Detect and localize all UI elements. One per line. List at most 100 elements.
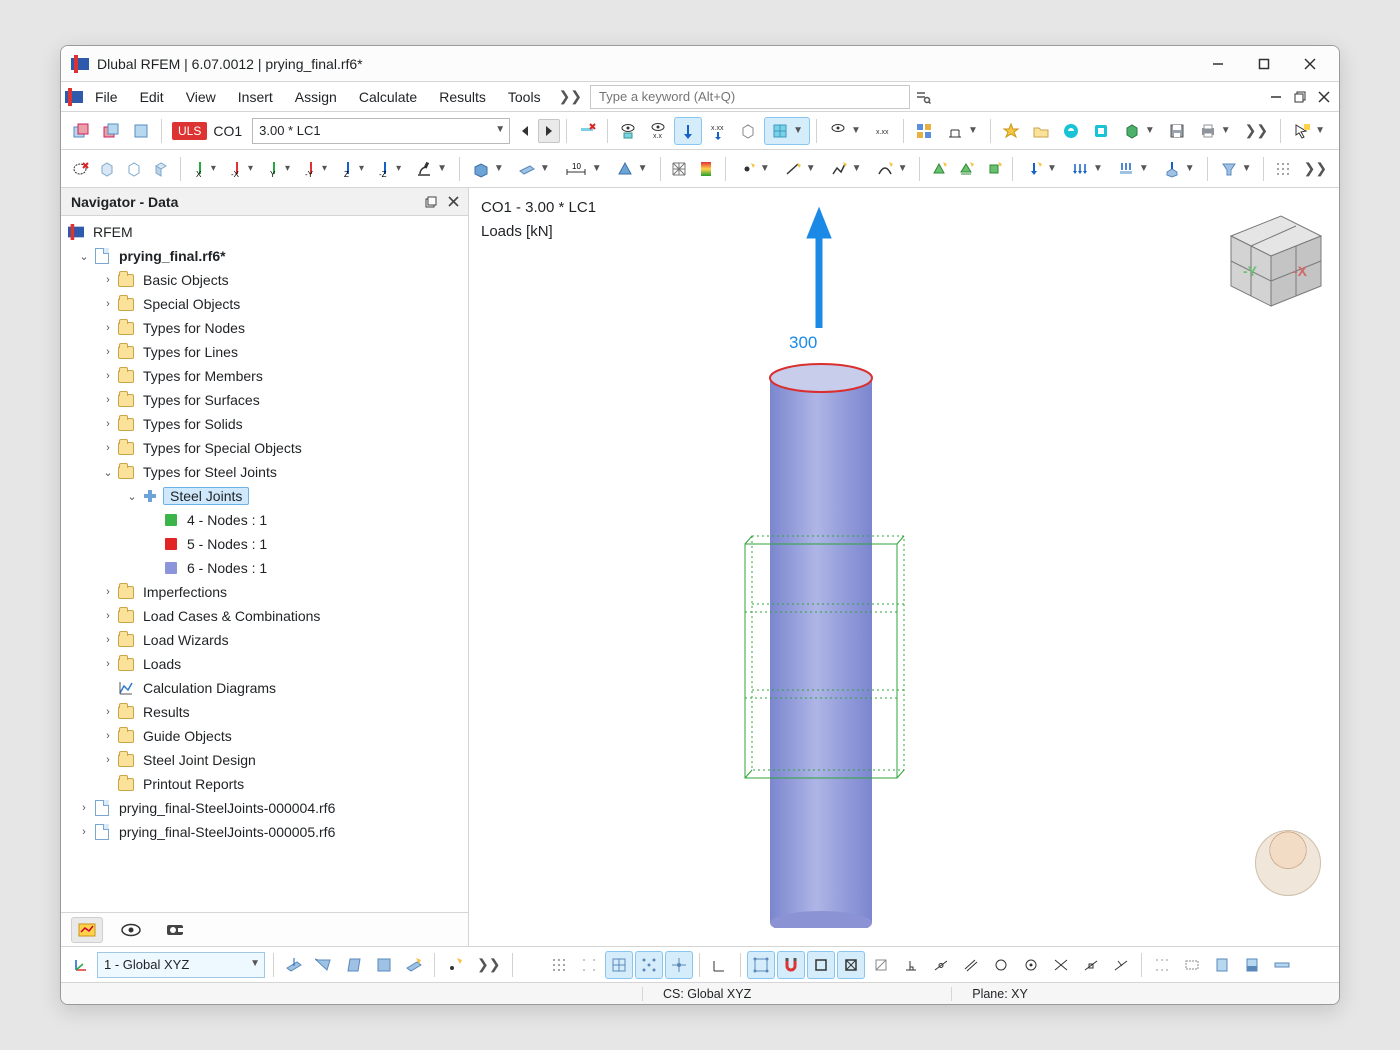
view-cube[interactable]: -Y -X	[1201, 196, 1331, 316]
cloud-2-icon[interactable]	[1087, 117, 1115, 145]
snap-square-fill-icon[interactable]	[837, 951, 865, 979]
menu-results[interactable]: Results	[429, 86, 496, 108]
keyword-search-input[interactable]	[590, 85, 910, 109]
tree-folder[interactable]: ›Types for Members	[65, 364, 466, 388]
tree-steel-joints[interactable]: ⌄Steel Joints	[65, 484, 466, 508]
area-load-icon[interactable]: ▼	[1111, 155, 1155, 183]
tree-folder[interactable]: ›Types for Special Objects	[65, 436, 466, 460]
tree-folder[interactable]: ›Guide Objects	[65, 724, 466, 748]
tree-folder[interactable]: ›Types for Lines	[65, 340, 466, 364]
tree-joint-item[interactable]: 4 - Nodes : 1	[65, 508, 466, 532]
point-load-icon[interactable]: ▼	[1019, 155, 1063, 183]
snap-rect-dots-icon[interactable]	[747, 951, 775, 979]
tree-model[interactable]: ⌄ prying_final.rf6*	[65, 244, 466, 268]
shape-plane-icon[interactable]: ▼	[512, 155, 556, 183]
print-icon[interactable]: ▼	[1193, 117, 1237, 145]
axis-neg-z-icon[interactable]: -Z▾	[372, 155, 407, 183]
snap-tangent-icon[interactable]	[1107, 951, 1135, 979]
navigator-close-icon[interactable]	[442, 192, 464, 212]
eye-solid-icon[interactable]	[614, 117, 642, 145]
nav-tab-views-icon[interactable]	[159, 917, 191, 943]
tree-folder[interactable]: ›Types for Nodes	[65, 316, 466, 340]
support-3-icon[interactable]	[981, 155, 1006, 183]
nav-tab-data-icon[interactable]	[71, 917, 103, 943]
open-folder-icon[interactable]	[1027, 117, 1055, 145]
sections-icon[interactable]	[910, 117, 938, 145]
load-values-icon[interactable]: x.xx	[704, 117, 732, 145]
tree-extra-file[interactable]: ›prying_final-SteelJoints-000005.rf6	[65, 820, 466, 844]
tree-folder[interactable]: ›Imperfections	[65, 580, 466, 604]
eye-xx-icon[interactable]: ▼	[823, 117, 867, 145]
snap-grid-dots2-icon[interactable]	[575, 951, 603, 979]
coordinate-system-combo[interactable]: 1 - Global XYZ▼	[97, 952, 265, 978]
node-point-icon[interactable]: ▼	[732, 155, 776, 183]
tree-joint-item[interactable]: 5 - Nodes : 1	[65, 532, 466, 556]
prev-loadcase-button[interactable]	[514, 119, 536, 143]
results-label-icon[interactable]: x.xx	[869, 117, 897, 145]
shape-prism-icon[interactable]: ▼	[610, 155, 654, 183]
snap-mid-icon[interactable]	[927, 951, 955, 979]
snap-pagebar-icon[interactable]	[1238, 951, 1266, 979]
menu-view[interactable]: View	[176, 86, 226, 108]
maximize-button[interactable]	[1241, 48, 1287, 80]
snap-ortho-icon[interactable]	[635, 951, 663, 979]
new-project-star-icon[interactable]	[997, 117, 1025, 145]
bottom-overflow-1-icon[interactable]: ❯❯	[471, 956, 506, 973]
menu-assign[interactable]: Assign	[285, 86, 347, 108]
menu-edit[interactable]: Edit	[130, 86, 174, 108]
cloud-1-icon[interactable]	[1057, 117, 1085, 145]
tree-folder[interactable]: ›Special Objects	[65, 292, 466, 316]
support-schematic-icon[interactable]: ▼	[940, 117, 984, 145]
snap-circle-icon[interactable]	[987, 951, 1015, 979]
mdi-minimize-icon[interactable]	[1265, 86, 1287, 108]
tree-folder-steel[interactable]: ⌄Types for Steel Joints	[65, 460, 466, 484]
snap-magnet-icon[interactable]	[777, 951, 805, 979]
workplane-2-icon[interactable]	[310, 951, 338, 979]
support-1-icon[interactable]	[926, 155, 951, 183]
model-box-1-icon[interactable]	[67, 117, 95, 145]
tree-folder[interactable]: ›Types for Solids	[65, 412, 466, 436]
snap-square-icon[interactable]	[807, 951, 835, 979]
grid-dots-icon[interactable]	[1270, 155, 1295, 183]
minimize-button[interactable]	[1195, 48, 1241, 80]
axis-x-icon[interactable]: X▾	[187, 155, 222, 183]
model-box-3-icon[interactable]	[127, 117, 155, 145]
tree-calc-diagrams[interactable]: ·Calculation Diagrams	[65, 676, 466, 700]
menu-tools[interactable]: Tools	[498, 86, 551, 108]
toolbar1-overflow-icon[interactable]: ❯❯	[1239, 122, 1274, 139]
snap-grid-lines-icon[interactable]	[605, 951, 633, 979]
mesh-icon[interactable]	[666, 155, 691, 183]
menu-file[interactable]: File	[85, 86, 128, 108]
tree-folder[interactable]: ›Steel Joint Design	[65, 748, 466, 772]
workplane-pick-icon[interactable]	[400, 951, 428, 979]
tree-folder[interactable]: ›Load Wizards	[65, 628, 466, 652]
navigator-tree[interactable]: RFEM ⌄ prying_final.rf6* ›Basic Objects …	[61, 216, 468, 912]
next-loadcase-button[interactable]	[538, 119, 560, 143]
search-options-icon[interactable]	[912, 86, 934, 108]
snap-page-icon[interactable]	[1208, 951, 1236, 979]
axis-neg-x-icon[interactable]: -X▾	[224, 155, 259, 183]
workplane-1-icon[interactable]	[280, 951, 308, 979]
tree-folder[interactable]: ›Results	[65, 700, 466, 724]
snap-parallel-icon[interactable]	[957, 951, 985, 979]
model-viewport[interactable]: CO1 - 3.00 * LC1 Loads [kN] 300	[469, 188, 1339, 946]
snap-guides-icon[interactable]	[665, 951, 693, 979]
arrow-down-load-icon[interactable]	[674, 117, 702, 145]
model-box-2-icon[interactable]	[97, 117, 125, 145]
solid-load-icon[interactable]: ▼	[1157, 155, 1201, 183]
tree-folder[interactable]: ›Load Cases & Combinations	[65, 604, 466, 628]
eye-values-icon[interactable]: x.x	[644, 117, 672, 145]
mdi-restore-icon[interactable]	[1289, 86, 1311, 108]
tree-joint-item[interactable]: 6 - Nodes : 1	[65, 556, 466, 580]
tree-folder[interactable]: ·Printout Reports	[65, 772, 466, 796]
transparent-cube-icon[interactable]	[734, 117, 762, 145]
workplane-3-icon[interactable]	[340, 951, 368, 979]
snap-rect2-icon[interactable]	[1178, 951, 1206, 979]
axis-y-icon[interactable]: Y▾	[261, 155, 296, 183]
app-menu-icon[interactable]	[65, 88, 83, 106]
snap-center-icon[interactable]	[1017, 951, 1045, 979]
cs-icon[interactable]	[67, 951, 95, 979]
shape-box-icon[interactable]: ▼	[466, 155, 510, 183]
workplane-4-icon[interactable]	[370, 951, 398, 979]
grid-toggle-icon[interactable]: ▼	[764, 117, 810, 145]
